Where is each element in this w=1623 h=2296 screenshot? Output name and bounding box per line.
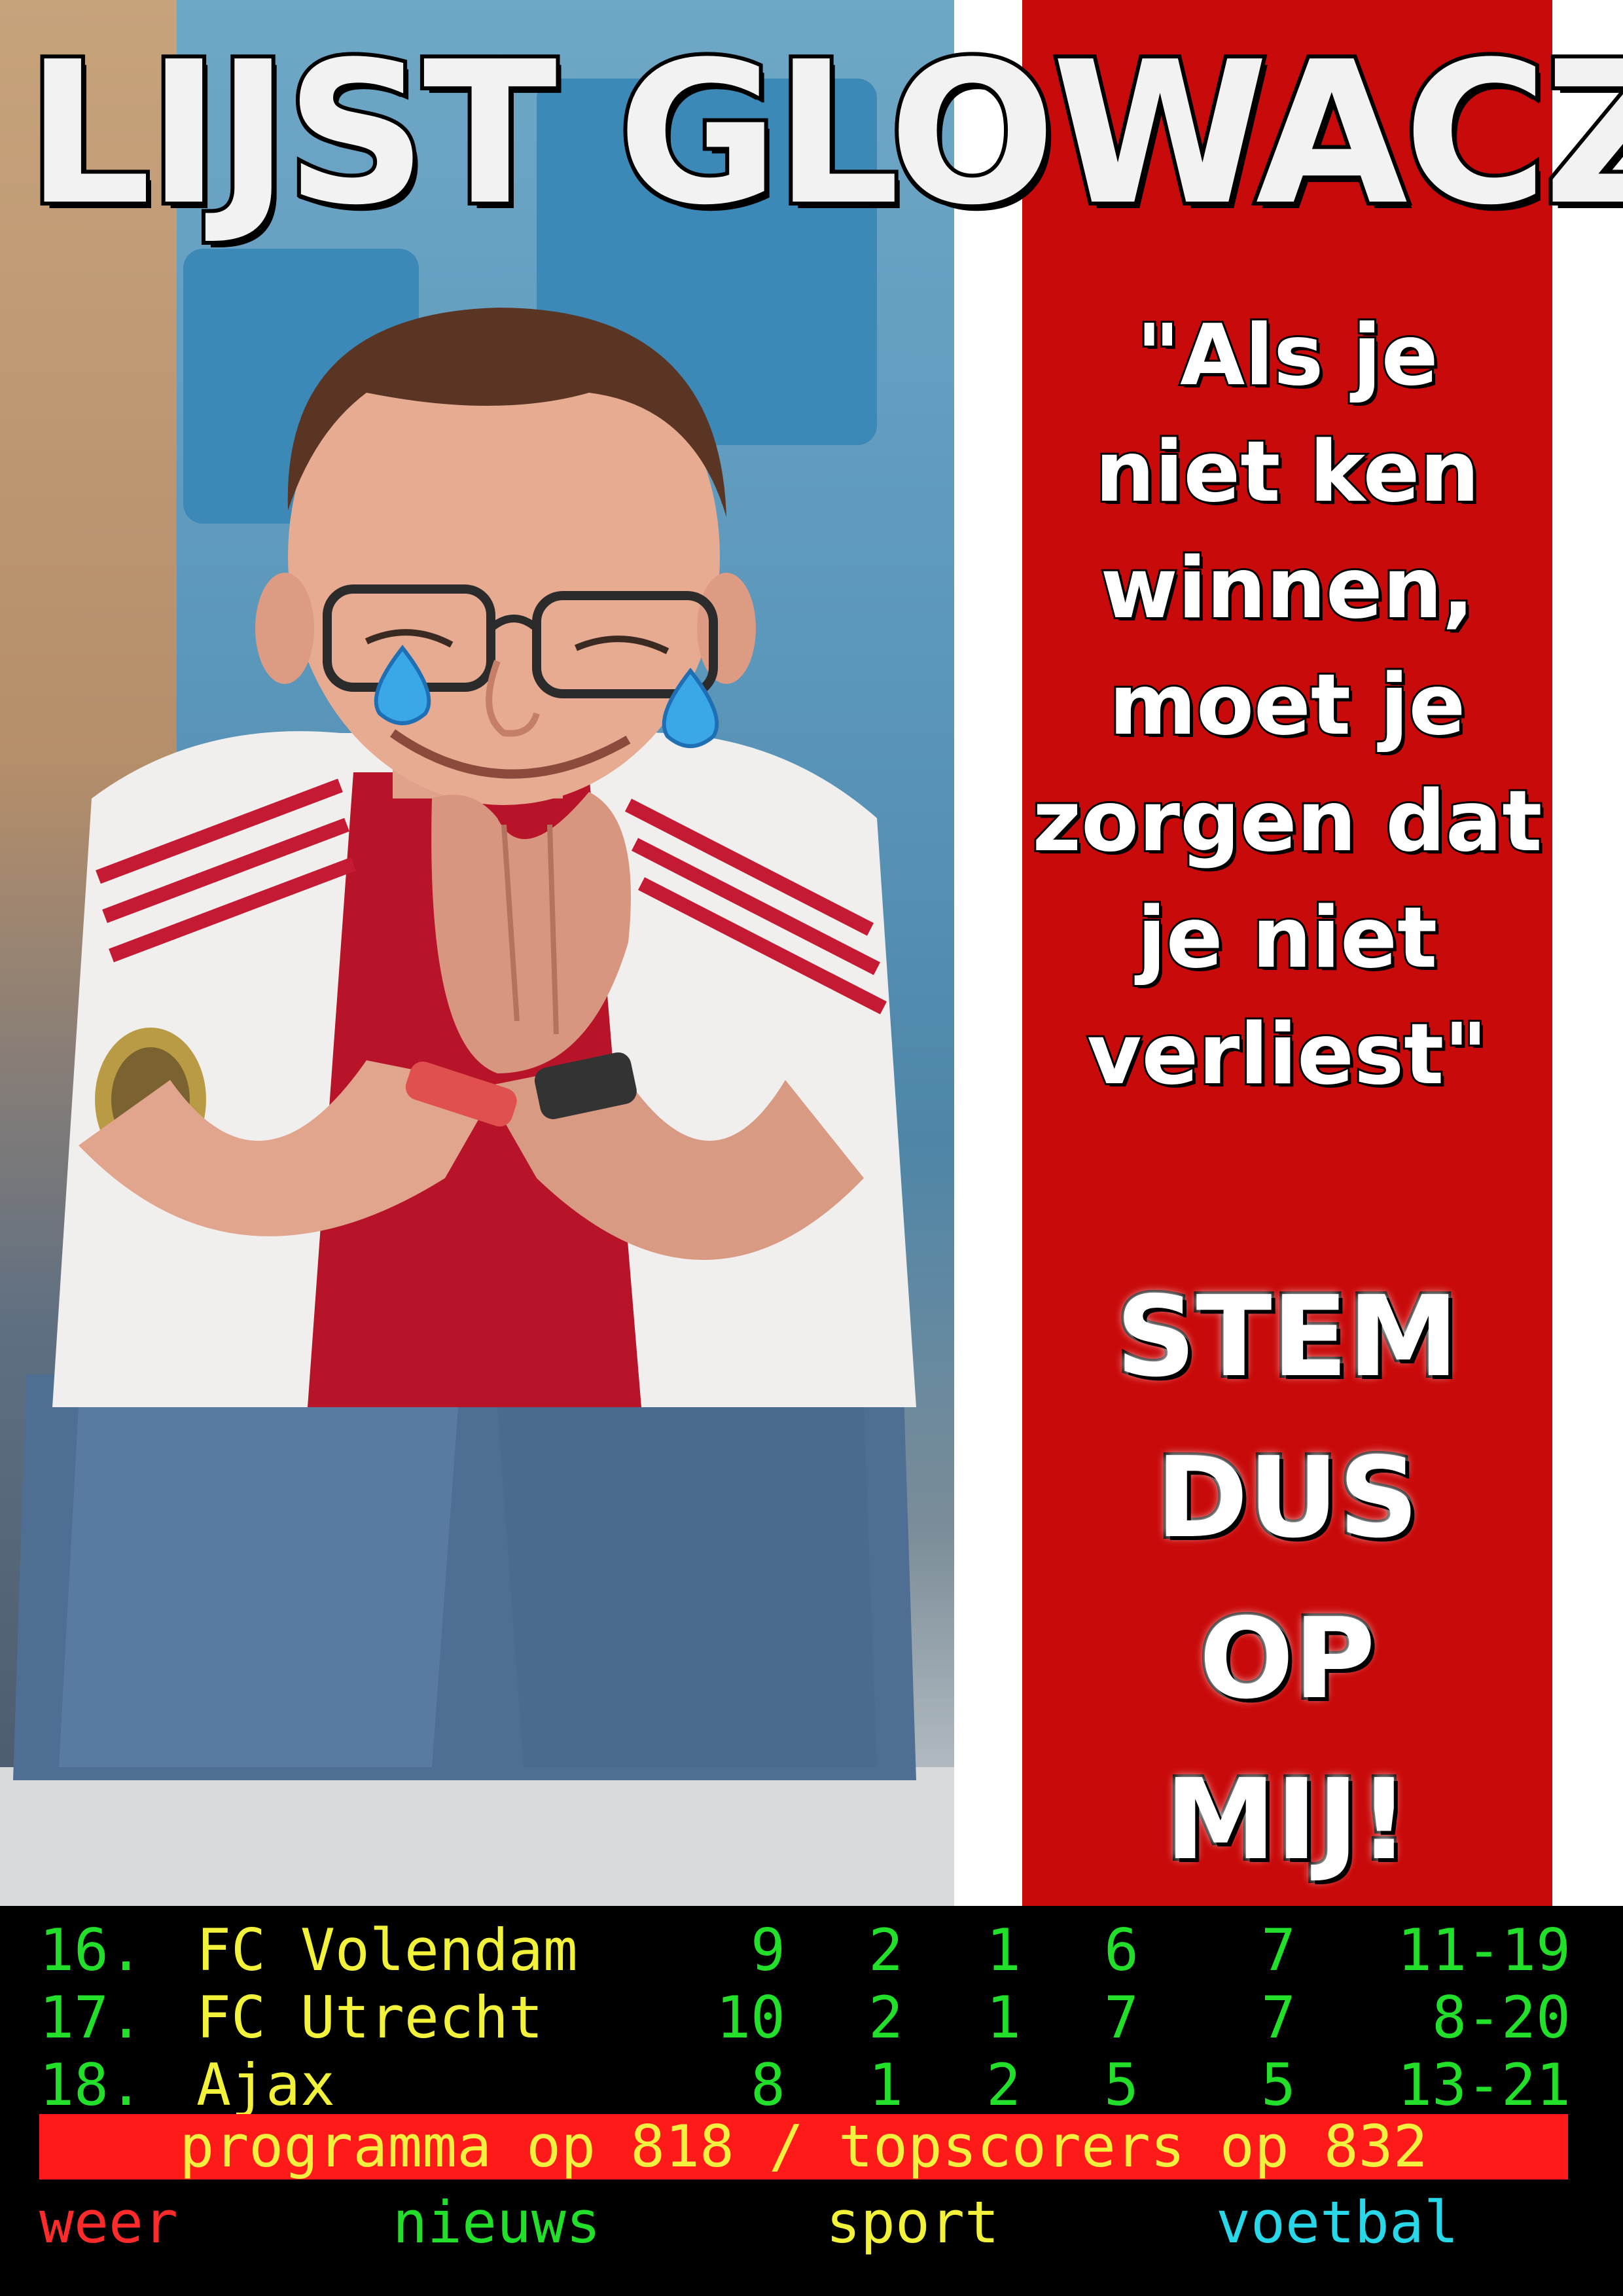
cta-line: OP	[1196, 1592, 1378, 1727]
headline: LIJST GLOWACZ	[22, 20, 1623, 248]
quote-line: verliest"	[1085, 1004, 1489, 1105]
cta-line: STEM	[1113, 1270, 1461, 1405]
standings-won: 2	[868, 1916, 903, 1984]
quote: "Als je niet ken winnen, moet je zorgen …	[1022, 298, 1552, 1113]
standings-goals: 11-19	[1397, 1916, 1571, 1984]
standings-row: 16. FC Volendam 9 2 1 6 7 11-19	[0, 1916, 1623, 1984]
standings-row: 18. Ajax 8 1 2 5 5 13-21	[0, 2051, 1623, 2119]
standings-goals: 8-20	[1432, 1984, 1571, 2051]
standings-won: 2	[868, 1984, 903, 2051]
fastext-red-link[interactable]: weer	[39, 2189, 178, 2256]
standings-position: 18.	[39, 2051, 143, 2119]
flag-stripe-white	[954, 0, 1022, 1906]
quote-line: zorgen dat	[1031, 771, 1544, 872]
standings-points: 5	[1261, 2051, 1296, 2119]
standings-won: 1	[868, 2051, 903, 2119]
standings-row: 17. FC Utrecht 10 2 1 7 7 8-20	[0, 1984, 1623, 2051]
quote-line: moet je	[1107, 655, 1468, 756]
call-to-action: STEM DUS OP MIJ!	[1022, 1257, 1552, 1901]
standings-points: 7	[1261, 1984, 1296, 2051]
standings-draw: 1	[986, 1984, 1021, 2051]
standings-position: 16.	[39, 1916, 143, 1984]
teletext-banner: programma op 818 / topscorers op 832	[39, 2114, 1568, 2179]
quote-line: "Als je	[1134, 305, 1440, 406]
standings-played: 10	[716, 1984, 785, 2051]
standings-draw: 2	[986, 2051, 1021, 2119]
standings-lost: 7	[1104, 1984, 1139, 2051]
fastext-cyan-link[interactable]: voetbal	[1216, 2189, 1459, 2256]
quote-line: niet ken	[1093, 422, 1481, 523]
standings-team: FC Volendam	[196, 1916, 578, 1984]
flag-stripe-white	[1552, 0, 1623, 1906]
standings-position: 17.	[39, 1984, 143, 2051]
fastext-green-link[interactable]: nieuws	[393, 2189, 601, 2256]
standings-team: Ajax	[196, 2051, 335, 2119]
teletext-panel: 16. FC Volendam 9 2 1 6 7 11-19 17. FC U…	[0, 1906, 1623, 2296]
fastext-yellow-link[interactable]: sport	[826, 2189, 999, 2256]
supporter-photo	[0, 0, 954, 1906]
standings-played: 8	[751, 2051, 785, 2119]
standings-played: 9	[751, 1916, 785, 1984]
quote-line: je niet	[1135, 888, 1439, 989]
standings-team: FC Utrecht	[196, 1984, 543, 2051]
election-poster: LIJST GLOWACZ "Als je niet ken winnen, m…	[0, 0, 1623, 1906]
cta-line: MIJ!	[1162, 1753, 1412, 1888]
cta-line: DUS	[1153, 1431, 1421, 1566]
standings-lost: 5	[1104, 2051, 1139, 2119]
standings-lost: 6	[1104, 1916, 1139, 1984]
standings-draw: 1	[986, 1916, 1021, 1984]
standings-goals: 13-21	[1397, 2051, 1571, 2119]
crying-supporter-illustration	[13, 308, 916, 1780]
standings-points: 7	[1261, 1916, 1296, 1984]
quote-line: winnen,	[1099, 538, 1476, 639]
